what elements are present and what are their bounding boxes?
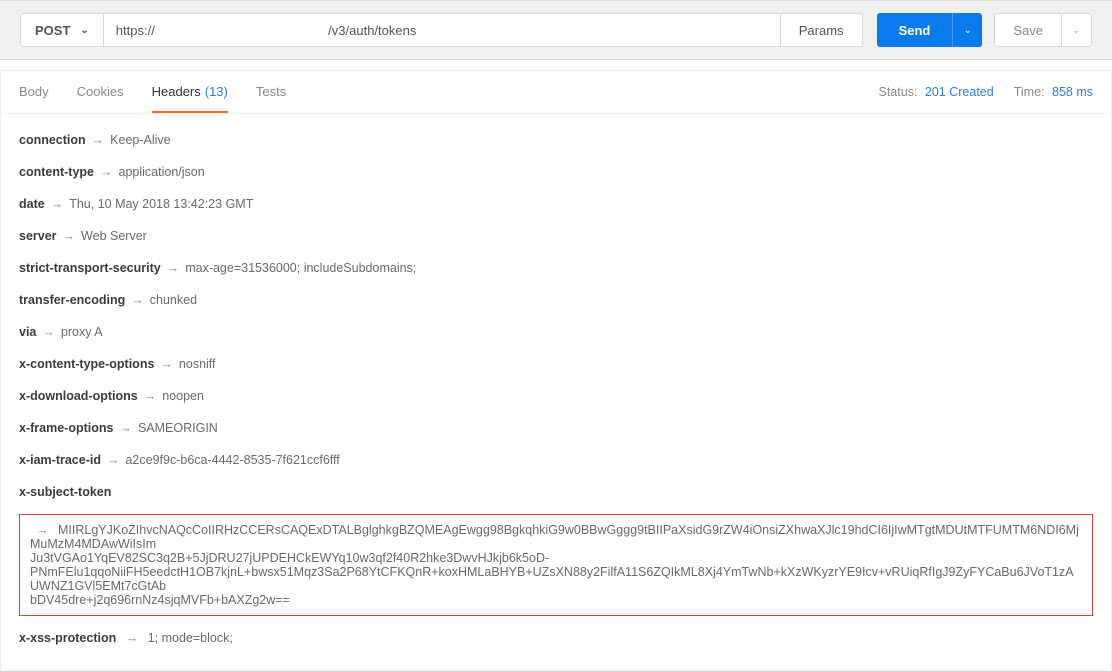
header-value: Keep-Alive [110,133,170,147]
header-key: via [19,325,36,339]
header-row: connection → Keep-Alive [19,124,1093,156]
arrow-icon: → [167,261,180,275]
header-key: x-xss-protection [19,631,116,645]
header-key: x-download-options [19,389,138,403]
save-dropdown[interactable]: ⌄ [1062,13,1092,47]
header-key: x-subject-token [19,485,111,499]
header-value: 1; mode=block; [148,631,233,645]
header-key: connection [19,133,86,147]
tab-headers[interactable]: Headers (13) [152,71,228,113]
header-value: Thu, 10 May 2018 13:42:23 GMT [69,197,253,211]
header-key: server [19,229,57,243]
arrow-icon: → [126,631,139,645]
status-badge: Status: 201 Created [879,85,994,99]
tab-headers-label: Headers [152,84,201,99]
header-value: SAMEORIGIN [138,421,218,435]
header-row: x-frame-options → SAMEORIGIN [19,412,1093,444]
send-dropdown[interactable]: ⌄ [952,13,982,47]
url-input[interactable] [104,13,781,47]
header-value: max-age=31536000; includeSubdomains; [185,261,416,275]
chevron-down-icon: ⌄ [80,25,88,36]
header-value: application/json [119,165,205,179]
header-key: strict-transport-security [19,261,161,275]
header-value: Web Server [81,229,147,243]
header-key: x-iam-trace-id [19,453,101,467]
header-row: transfer-encoding → chunked [19,284,1093,316]
header-value: chunked [150,293,197,307]
status-value: 201 Created [925,85,994,99]
header-key: x-content-type-options [19,357,154,371]
method-label: POST [35,23,70,38]
arrow-icon: → [51,197,64,211]
header-value: proxy A [61,325,103,339]
arrow-icon: → [92,133,105,147]
arrow-icon: → [131,293,144,307]
tab-body[interactable]: Body [19,71,49,113]
time-badge: Time: 858 ms [1014,85,1093,99]
header-key: content-type [19,165,94,179]
header-key: date [19,197,45,211]
arrow-icon: → [63,229,76,243]
arrow-icon: → [144,389,157,403]
header-row: x-iam-trace-id → a2ce9f9c-b6ca-4442-8535-7… [19,444,1093,476]
header-row: x-download-options → noopen [19,380,1093,412]
tab-tests[interactable]: Tests [256,71,286,113]
time-value: 858 ms [1052,85,1093,99]
response-tabs: Body Cookies Headers (13) Tests Status: … [1,71,1111,114]
chevron-down-icon: ⌄ [1072,25,1080,36]
header-row-x-subject-token-value: → MIIRLgYJKoZIhvcNAQcCoIIRHzCCERsCAQExDT… [19,514,1093,616]
header-value: nosniff [179,357,216,371]
arrow-icon: → [100,165,113,179]
header-row: strict-transport-security → max-age=315360… [19,252,1093,284]
save-button[interactable]: Save [994,13,1062,47]
tab-cookies[interactable]: Cookies [77,71,124,113]
header-key: transfer-encoding [19,293,125,307]
method-select[interactable]: POST ⌄ [20,13,104,47]
header-key: x-frame-options [19,421,113,435]
header-row-x-subject-token-key: x-subject-token [19,476,1093,508]
header-row: date → Thu, 10 May 2018 13:42:23 GMT [19,188,1093,220]
header-value: noopen [162,389,204,403]
header-value: a2ce9f9c-b6ca-4442-8535-7f621ccf6fff [125,453,339,467]
arrow-icon: → [107,453,120,467]
header-value: MIIRLgYJKoZIhvcNAQcCoIIRHzCCERsCAQExDTAL… [30,523,1079,607]
params-button[interactable]: Params [781,13,863,47]
chevron-down-icon: ⌄ [964,25,972,36]
send-button[interactable]: Send [877,13,953,47]
arrow-icon: → [119,421,132,435]
header-row: content-type → application/json [19,156,1093,188]
header-row: x-content-type-options → nosniff [19,348,1093,380]
header-row: via → proxy A [19,316,1093,348]
request-toolbar: POST ⌄ Params Send ⌄ Save ⌄ [0,0,1112,60]
response-panel: Body Cookies Headers (13) Tests Status: … [0,70,1112,671]
arrow-icon: → [36,523,49,537]
headers-list: connection → Keep-Alive content-type → applic… [1,114,1111,670]
response-meta: Status: 201 Created Time: 858 ms [879,85,1094,99]
tab-headers-count: (13) [205,84,228,99]
arrow-icon: → [42,325,55,339]
header-row: server → Web Server [19,220,1093,252]
arrow-icon: → [160,357,173,371]
header-row-x-xss-protection: x-xss-protection → 1; mode=block; [19,622,1093,654]
